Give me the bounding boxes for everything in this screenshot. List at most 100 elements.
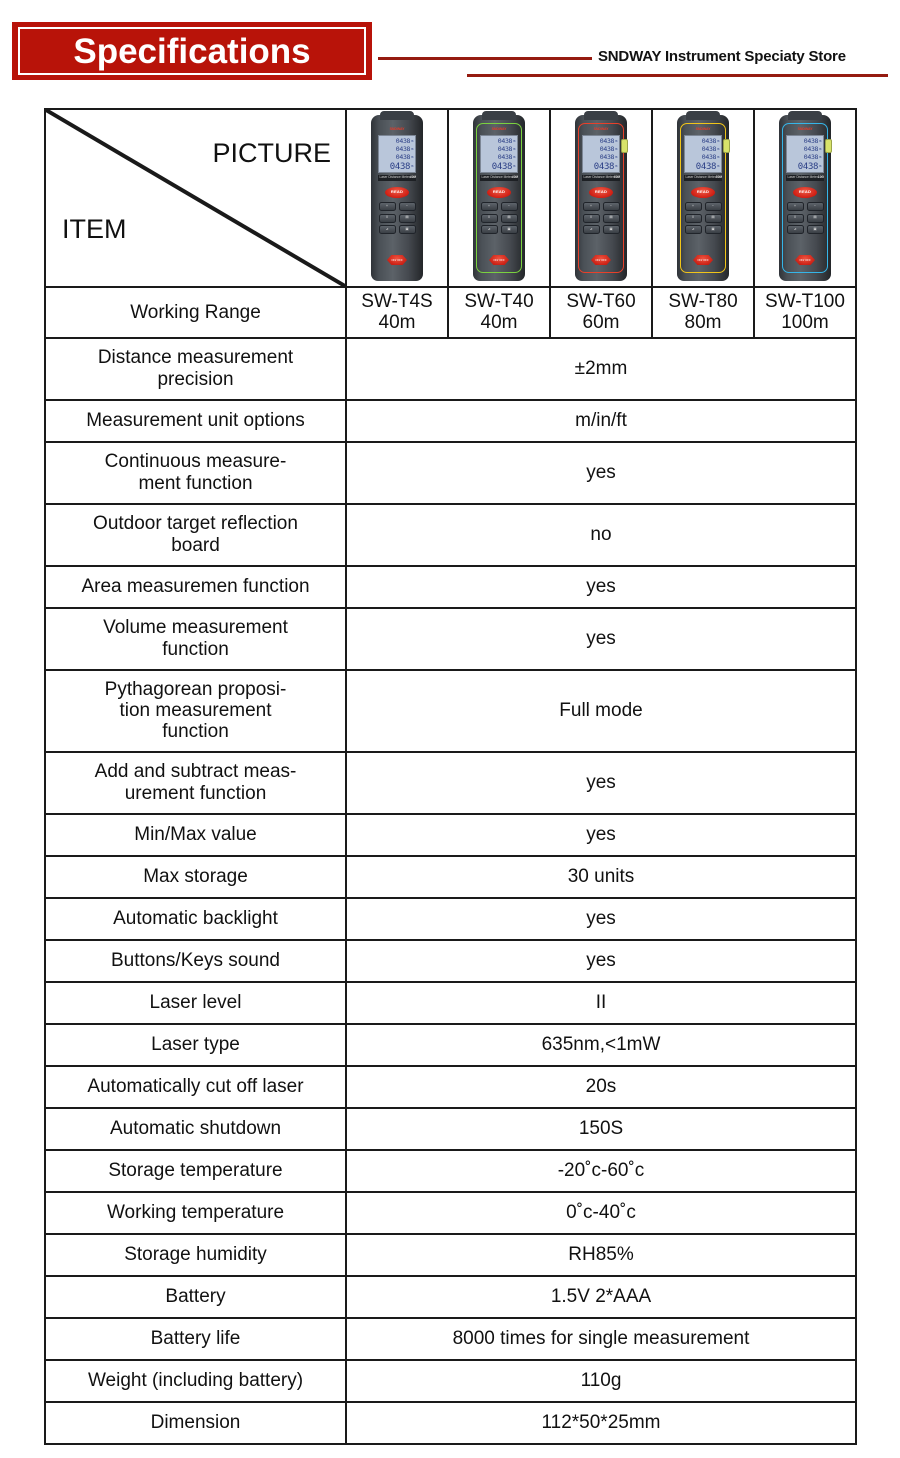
laser-meter-image: SNDWAY 0438 m 0438 m 0438 m 0438 m Laser Dista… <box>371 111 423 281</box>
device-function-button: ▣ <box>806 225 824 234</box>
spec-item-label: Automatically cut off laser <box>44 1064 347 1109</box>
spec-item-value: yes <box>345 440 857 505</box>
spec-row: Max storage 30 units <box>44 854 857 899</box>
device-function-button: − <box>704 202 722 211</box>
spec-item-value: yes <box>345 606 857 671</box>
spec-item-value: yes <box>345 896 857 941</box>
spec-row: Pythagorean proposi-tion measurement func… <box>44 668 857 753</box>
device-function-button: ⊿ <box>582 225 600 234</box>
spec-item-value: ±2mm <box>345 336 857 401</box>
spec-row: Min/Max value yes <box>44 812 857 857</box>
device-function-button: ▤ <box>398 213 416 223</box>
spec-item-label: Distance measurement precision <box>44 336 347 401</box>
laser-meter-image: SNDWAY 0438 m 0438 m 0438 m 0438 m Laser Dista… <box>575 111 628 281</box>
device-read-button: READ <box>793 187 817 198</box>
specifications-table-wrapper: PICTURE ITEM SNDWAY 0438 m 0438 m 0438 m 0438… <box>44 108 857 1445</box>
spec-item-value: 110g <box>345 1358 857 1403</box>
device-bubble-level <box>621 139 628 153</box>
spec-row: Dimension 112*50*25mm <box>44 1400 857 1445</box>
product-model-cell: SW-T4S 40m <box>345 286 449 339</box>
product-image-cell: SNDWAY 0438 m 0438 m 0438 m 0438 m Laser Dista… <box>345 108 449 288</box>
spec-item-value: m/in/ft <box>345 398 857 443</box>
corner-diagonal-cell: PICTURE ITEM <box>44 108 347 288</box>
product-range-value: 60m <box>582 312 620 334</box>
spec-item-value: 112*50*25mm <box>345 1400 857 1445</box>
spec-item-label: Storage temperature <box>44 1148 347 1193</box>
spec-item-label: Dimension <box>44 1400 347 1445</box>
spec-item-value: II <box>345 980 857 1025</box>
spec-row: Continuous measure-ment function yes <box>44 440 857 505</box>
product-range-value: 40m <box>378 312 416 334</box>
device-function-button: − <box>500 202 518 211</box>
store-name: SNDWAY Instrument Speciaty Store <box>598 48 846 65</box>
spec-row: Automatic backlight yes <box>44 896 857 941</box>
device-brand-text: SNDWAY <box>491 127 507 131</box>
spec-item-value: 20s <box>345 1064 857 1109</box>
device-read-button: READ <box>589 187 613 198</box>
table-header-row: PICTURE ITEM SNDWAY 0438 m 0438 m 0438 m 0438… <box>44 108 857 288</box>
page-title: Specifications <box>73 31 311 71</box>
spec-item-value: -20˚c-60˚c <box>345 1148 857 1193</box>
product-model-cell: SW-T40 40m <box>447 286 551 339</box>
spec-item-label: Measurement unit options <box>44 398 347 443</box>
device-function-button: ⌸ <box>480 213 498 223</box>
device-function-button: + <box>378 202 396 211</box>
device-top-cap <box>482 111 516 120</box>
spec-item-value: RH85% <box>345 1232 857 1277</box>
product-image-cell: SNDWAY 0438 m 0438 m 0438 m 0438 m Laser Dista… <box>447 108 551 288</box>
spec-item-label: Add and subtract meas-urement function <box>44 750 347 815</box>
product-model-name: SW-T100 <box>765 291 845 312</box>
product-range-value: 100m <box>781 312 829 334</box>
product-image-cell: SNDWAY 0438 m 0438 m 0438 m 0438 m Laser Dista… <box>651 108 755 288</box>
spec-row: Outdoor target reflection board no <box>44 502 857 567</box>
device-function-button: ⌸ <box>582 213 600 223</box>
spec-item-value: yes <box>345 812 857 857</box>
device-function-button: ▤ <box>806 213 824 223</box>
spec-item-label: Battery <box>44 1274 347 1319</box>
device-button-grid: + − ⌸ ▤ ⊿ ▣ <box>377 202 417 234</box>
device-function-button: ▤ <box>500 213 518 223</box>
device-lcd-screen: 0438 m 0438 m 0438 m 0438 m <box>378 135 416 173</box>
spec-item-label: Volume measurement function <box>44 606 347 671</box>
device-function-button: + <box>684 202 702 211</box>
device-function-button: − <box>806 202 824 211</box>
spec-row: Battery 1.5V 2*AAA <box>44 1274 857 1319</box>
product-image-cell: SNDWAY 0438 m 0438 m 0438 m 0438 m Laser Dista… <box>549 108 653 288</box>
spec-item-label: Weight (including battery) <box>44 1358 347 1403</box>
product-model-cell: SW-T80 80m <box>651 286 755 339</box>
device-function-button: ▤ <box>602 213 620 223</box>
diagonal-divider-icon <box>46 110 345 286</box>
device-top-cap <box>380 111 414 120</box>
working-range-label: Working Range <box>44 286 347 339</box>
spec-item-label: Pythagorean proposi-tion measurement func… <box>44 668 347 753</box>
spec-item-value: 1.5V 2*AAA <box>345 1274 857 1319</box>
device-read-button: READ <box>487 187 511 198</box>
device-function-button: ⊿ <box>684 225 702 234</box>
device-bubble-level <box>723 139 730 153</box>
corner-item-label: ITEM <box>62 213 127 244</box>
device-function-button: ⌸ <box>378 213 396 223</box>
spec-item-label: Buttons/Keys sound <box>44 938 347 983</box>
spec-row: Measurement unit options m/in/ft <box>44 398 857 443</box>
device-function-button: ⌸ <box>684 213 702 223</box>
product-model-name: SW-T40 <box>464 291 534 312</box>
spec-item-value: 8000 times for single measurement <box>345 1316 857 1361</box>
device-top-cap <box>686 111 720 120</box>
device-function-button: ▣ <box>602 225 620 234</box>
spec-item-label: Battery life <box>44 1316 347 1361</box>
spec-row: Distance measurement precision ±2mm <box>44 336 857 401</box>
device-brand-text: SNDWAY <box>389 127 405 131</box>
page-header: Specifications SNDWAY Instrument Speciat… <box>0 0 900 100</box>
device-function-button: ▣ <box>398 225 416 234</box>
spec-row: Working temperature 0˚c-40˚c <box>44 1190 857 1235</box>
spec-item-value: 30 units <box>345 854 857 899</box>
device-function-button: ⌸ <box>786 213 804 223</box>
table-body: PICTURE ITEM SNDWAY 0438 m 0438 m 0438 m 0438… <box>44 108 857 1445</box>
device-function-button: + <box>786 202 804 211</box>
device-lcd-screen: 0438 m 0438 m 0438 m 0438 m <box>480 135 518 173</box>
spec-item-label: Continuous measure-ment function <box>44 440 347 505</box>
device-function-button: − <box>602 202 620 211</box>
spec-item-label: Min/Max value <box>44 812 347 857</box>
spec-item-label: Laser type <box>44 1022 347 1067</box>
device-function-button: ⊿ <box>480 225 498 234</box>
